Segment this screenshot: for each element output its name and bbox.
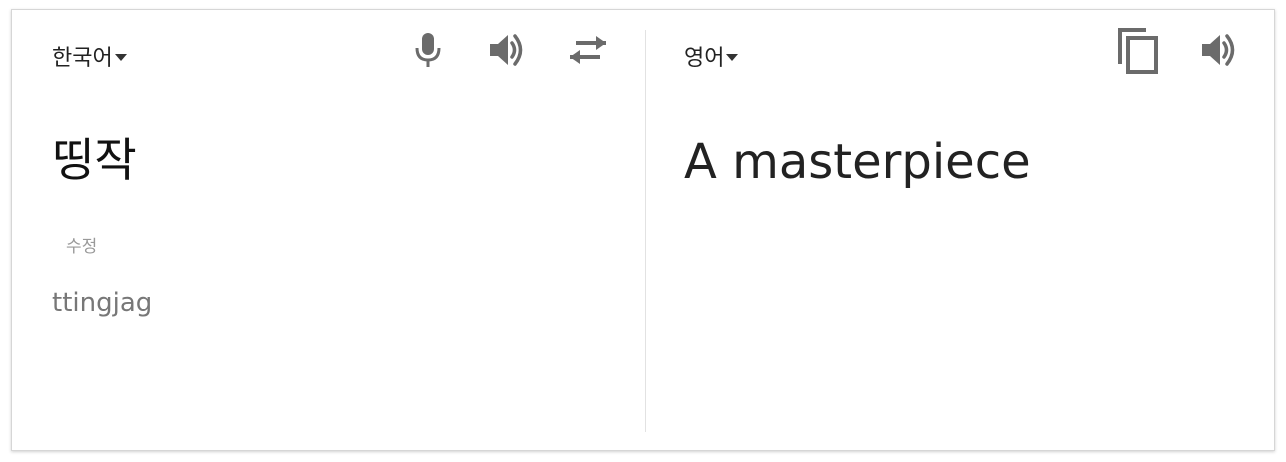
microphone-button[interactable] [406, 28, 450, 72]
chevron-down-icon [726, 53, 739, 61]
panel-divider [645, 30, 646, 432]
microphone-icon [415, 33, 441, 67]
source-listen-button[interactable] [486, 28, 530, 72]
source-text[interactable]: 띵작 [52, 128, 137, 192]
speaker-icon [490, 34, 523, 66]
copy-icon [1118, 28, 1158, 74]
translation-card: 한국어 띵작 수정 ttingjag 영어 A masterpiece [11, 9, 1275, 451]
target-listen-button[interactable] [1198, 28, 1242, 72]
target-language-select[interactable]: 영어 [684, 40, 739, 72]
source-language-select[interactable]: 한국어 [52, 40, 127, 72]
copy-translation-button[interactable] [1116, 28, 1160, 74]
chevron-down-icon [114, 53, 127, 61]
source-language-label: 한국어 [52, 46, 113, 71]
edit-link[interactable]: 수정 [66, 232, 97, 257]
swap-arrows-icon [570, 36, 606, 64]
translated-text: A masterpiece [684, 134, 1031, 190]
target-language-label: 영어 [684, 46, 725, 71]
swap-languages-button[interactable] [566, 28, 610, 72]
romanization-text: ttingjag [52, 288, 153, 318]
speaker-icon [1202, 34, 1235, 66]
